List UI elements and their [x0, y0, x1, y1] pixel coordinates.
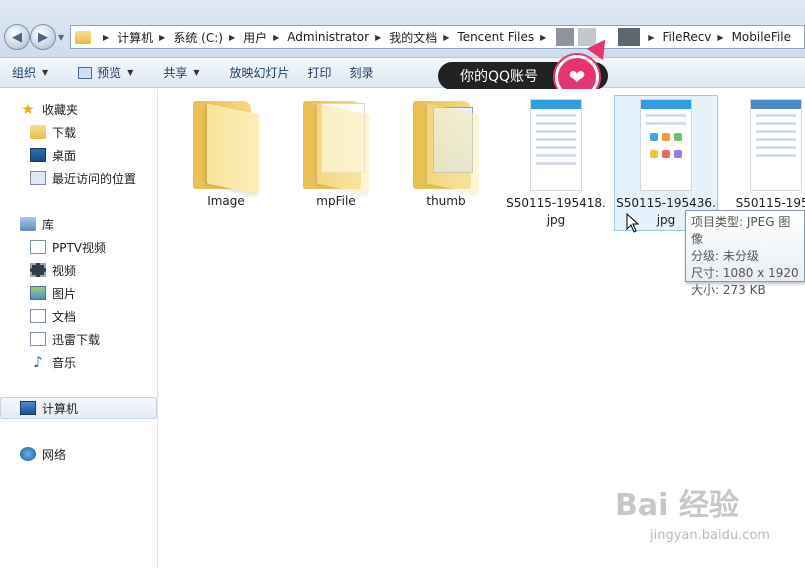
- sidebar-item-pptv-video[interactable]: PPTV视频: [30, 237, 106, 257]
- sidebar-item-computer[interactable]: 计算机: [20, 398, 78, 418]
- preview-icon: [78, 66, 93, 79]
- chevron-right-icon: ▶: [648, 32, 655, 42]
- breadcrumb-item[interactable]: ▶ 用户: [223, 26, 267, 48]
- sidebar-item-videos[interactable]: 视频: [30, 260, 76, 280]
- chevron-right-icon: ▶: [540, 32, 547, 42]
- command-toolbar: 组织 ▼ 预览 ▼ 共享 ▼ 放映幻灯片 打印 刻录: [0, 58, 805, 88]
- chevron-right-icon: ▶: [103, 32, 110, 42]
- folder-icon: [75, 30, 91, 44]
- file-item-thumb-folder[interactable]: thumb: [396, 97, 496, 210]
- image-thumbnail: [640, 99, 692, 191]
- recent-locations-dropdown-icon[interactable]: ▼: [58, 33, 64, 42]
- breadcrumb-item[interactable]: ▶: [534, 26, 554, 48]
- caret-down-icon: ▼: [127, 68, 134, 77]
- computer-icon: [20, 401, 36, 415]
- preview-button[interactable]: 预览 ▼: [60, 58, 145, 88]
- organize-button[interactable]: 组织 ▼: [0, 58, 60, 88]
- breadcrumb-item[interactable]: ▶ 系统 (C:): [153, 26, 223, 48]
- library-doc-icon: [30, 332, 46, 346]
- file-info-tooltip: 项目类型: JPEG 图像 分级: 未分级 尺寸: 1080 x 1920 大小…: [685, 210, 805, 297]
- arrow-left-icon: ◀: [12, 29, 22, 45]
- breadcrumb[interactable]: ▶ 计算机 ▶ 系统 (C:) ▶ 用户 ▶ Administrator ▶ 我的文档 ▶…: [70, 25, 805, 49]
- folder-icon: [303, 97, 369, 195]
- file-item-jpg-selected[interactable]: S50115-195436.jpg: [616, 93, 716, 229]
- breadcrumb-item[interactable]: ▶ FileRecv: [642, 26, 711, 48]
- star-icon: ★: [21, 100, 35, 118]
- folder-icon: [193, 97, 259, 195]
- burn-button[interactable]: 刻录: [344, 58, 386, 88]
- file-item-jpg[interactable]: S50115-1955: [726, 93, 805, 212]
- film-icon: [30, 263, 46, 277]
- file-item-jpg[interactable]: S50115-195418.jpg: [506, 93, 606, 229]
- breadcrumb-item[interactable]: ▶ 计算机: [97, 26, 153, 48]
- back-button[interactable]: ◀: [4, 24, 30, 50]
- library-doc-icon: [30, 240, 46, 254]
- breadcrumb-item[interactable]: ▶ MobileFile: [711, 26, 791, 48]
- picture-icon: [30, 286, 46, 300]
- file-item-mpfile-folder[interactable]: mpFile: [286, 97, 386, 210]
- forward-button[interactable]: ▶: [30, 24, 56, 50]
- sidebar-item-network[interactable]: 网络: [20, 444, 66, 464]
- chevron-right-icon: ▶: [159, 32, 166, 42]
- downloads-folder-icon: [30, 125, 46, 139]
- sidebar-item-thunder-downloads[interactable]: 迅雷下载: [30, 329, 100, 349]
- sidebar-item-favorites[interactable]: ★ 收藏夹: [20, 99, 78, 119]
- caret-down-icon: ▼: [42, 68, 49, 77]
- navigation-pane: ★ 收藏夹 下载 桌面 最近访问的位置 库 PPTV视频 视频 图片 文档 迅雷下…: [0, 89, 158, 568]
- chevron-right-icon: ▶: [717, 32, 724, 42]
- slideshow-button[interactable]: 放映幻灯片: [212, 58, 302, 88]
- breadcrumb-item[interactable]: ▶ Tencent Files: [437, 26, 534, 48]
- chevron-right-icon: ▶: [443, 32, 450, 42]
- sidebar-item-downloads[interactable]: 下载: [30, 122, 76, 142]
- breadcrumb-item[interactable]: ▶ 我的文档: [369, 26, 437, 48]
- caret-down-icon: ▼: [193, 68, 200, 77]
- file-item-image-folder[interactable]: Image: [176, 97, 276, 210]
- desktop-icon: [30, 148, 46, 162]
- sidebar-item-music[interactable]: ♪ 音乐: [30, 352, 76, 372]
- image-thumbnail: [530, 99, 582, 191]
- folder-icon: [413, 97, 479, 195]
- sidebar-item-pictures[interactable]: 图片: [30, 283, 76, 303]
- recent-places-icon: [30, 171, 46, 185]
- image-thumbnail: [750, 99, 802, 191]
- address-bar-area: ◀ ▶ ▼ ▶ 计算机 ▶ 系统 (C:) ▶ 用户 ▶ Administrator ▶…: [0, 0, 805, 58]
- library-icon: [20, 217, 36, 231]
- redaction-block: [556, 28, 575, 46]
- sidebar-item-recent-places[interactable]: 最近访问的位置: [30, 168, 136, 188]
- sidebar-item-desktop[interactable]: 桌面: [30, 145, 76, 165]
- share-button[interactable]: 共享 ▼: [145, 58, 211, 88]
- document-icon: [30, 309, 46, 323]
- print-button[interactable]: 打印: [302, 58, 344, 88]
- redaction-block: [618, 28, 641, 46]
- arrow-right-icon: ▶: [38, 29, 48, 45]
- sidebar-item-libraries[interactable]: 库: [20, 214, 54, 234]
- sidebar-item-documents[interactable]: 文档: [30, 306, 76, 326]
- network-icon: [20, 447, 36, 461]
- chevron-right-icon: ▶: [273, 32, 280, 42]
- music-note-icon: ♪: [33, 353, 43, 371]
- breadcrumb-item[interactable]: ▶ Administrator: [267, 26, 369, 48]
- chevron-right-icon: ▶: [228, 32, 236, 42]
- chevron-right-icon: ▶: [375, 32, 382, 42]
- baidu-watermark: Bai 经验: [615, 488, 739, 523]
- baidu-watermark-url: jingyan.baidu.com: [650, 528, 770, 543]
